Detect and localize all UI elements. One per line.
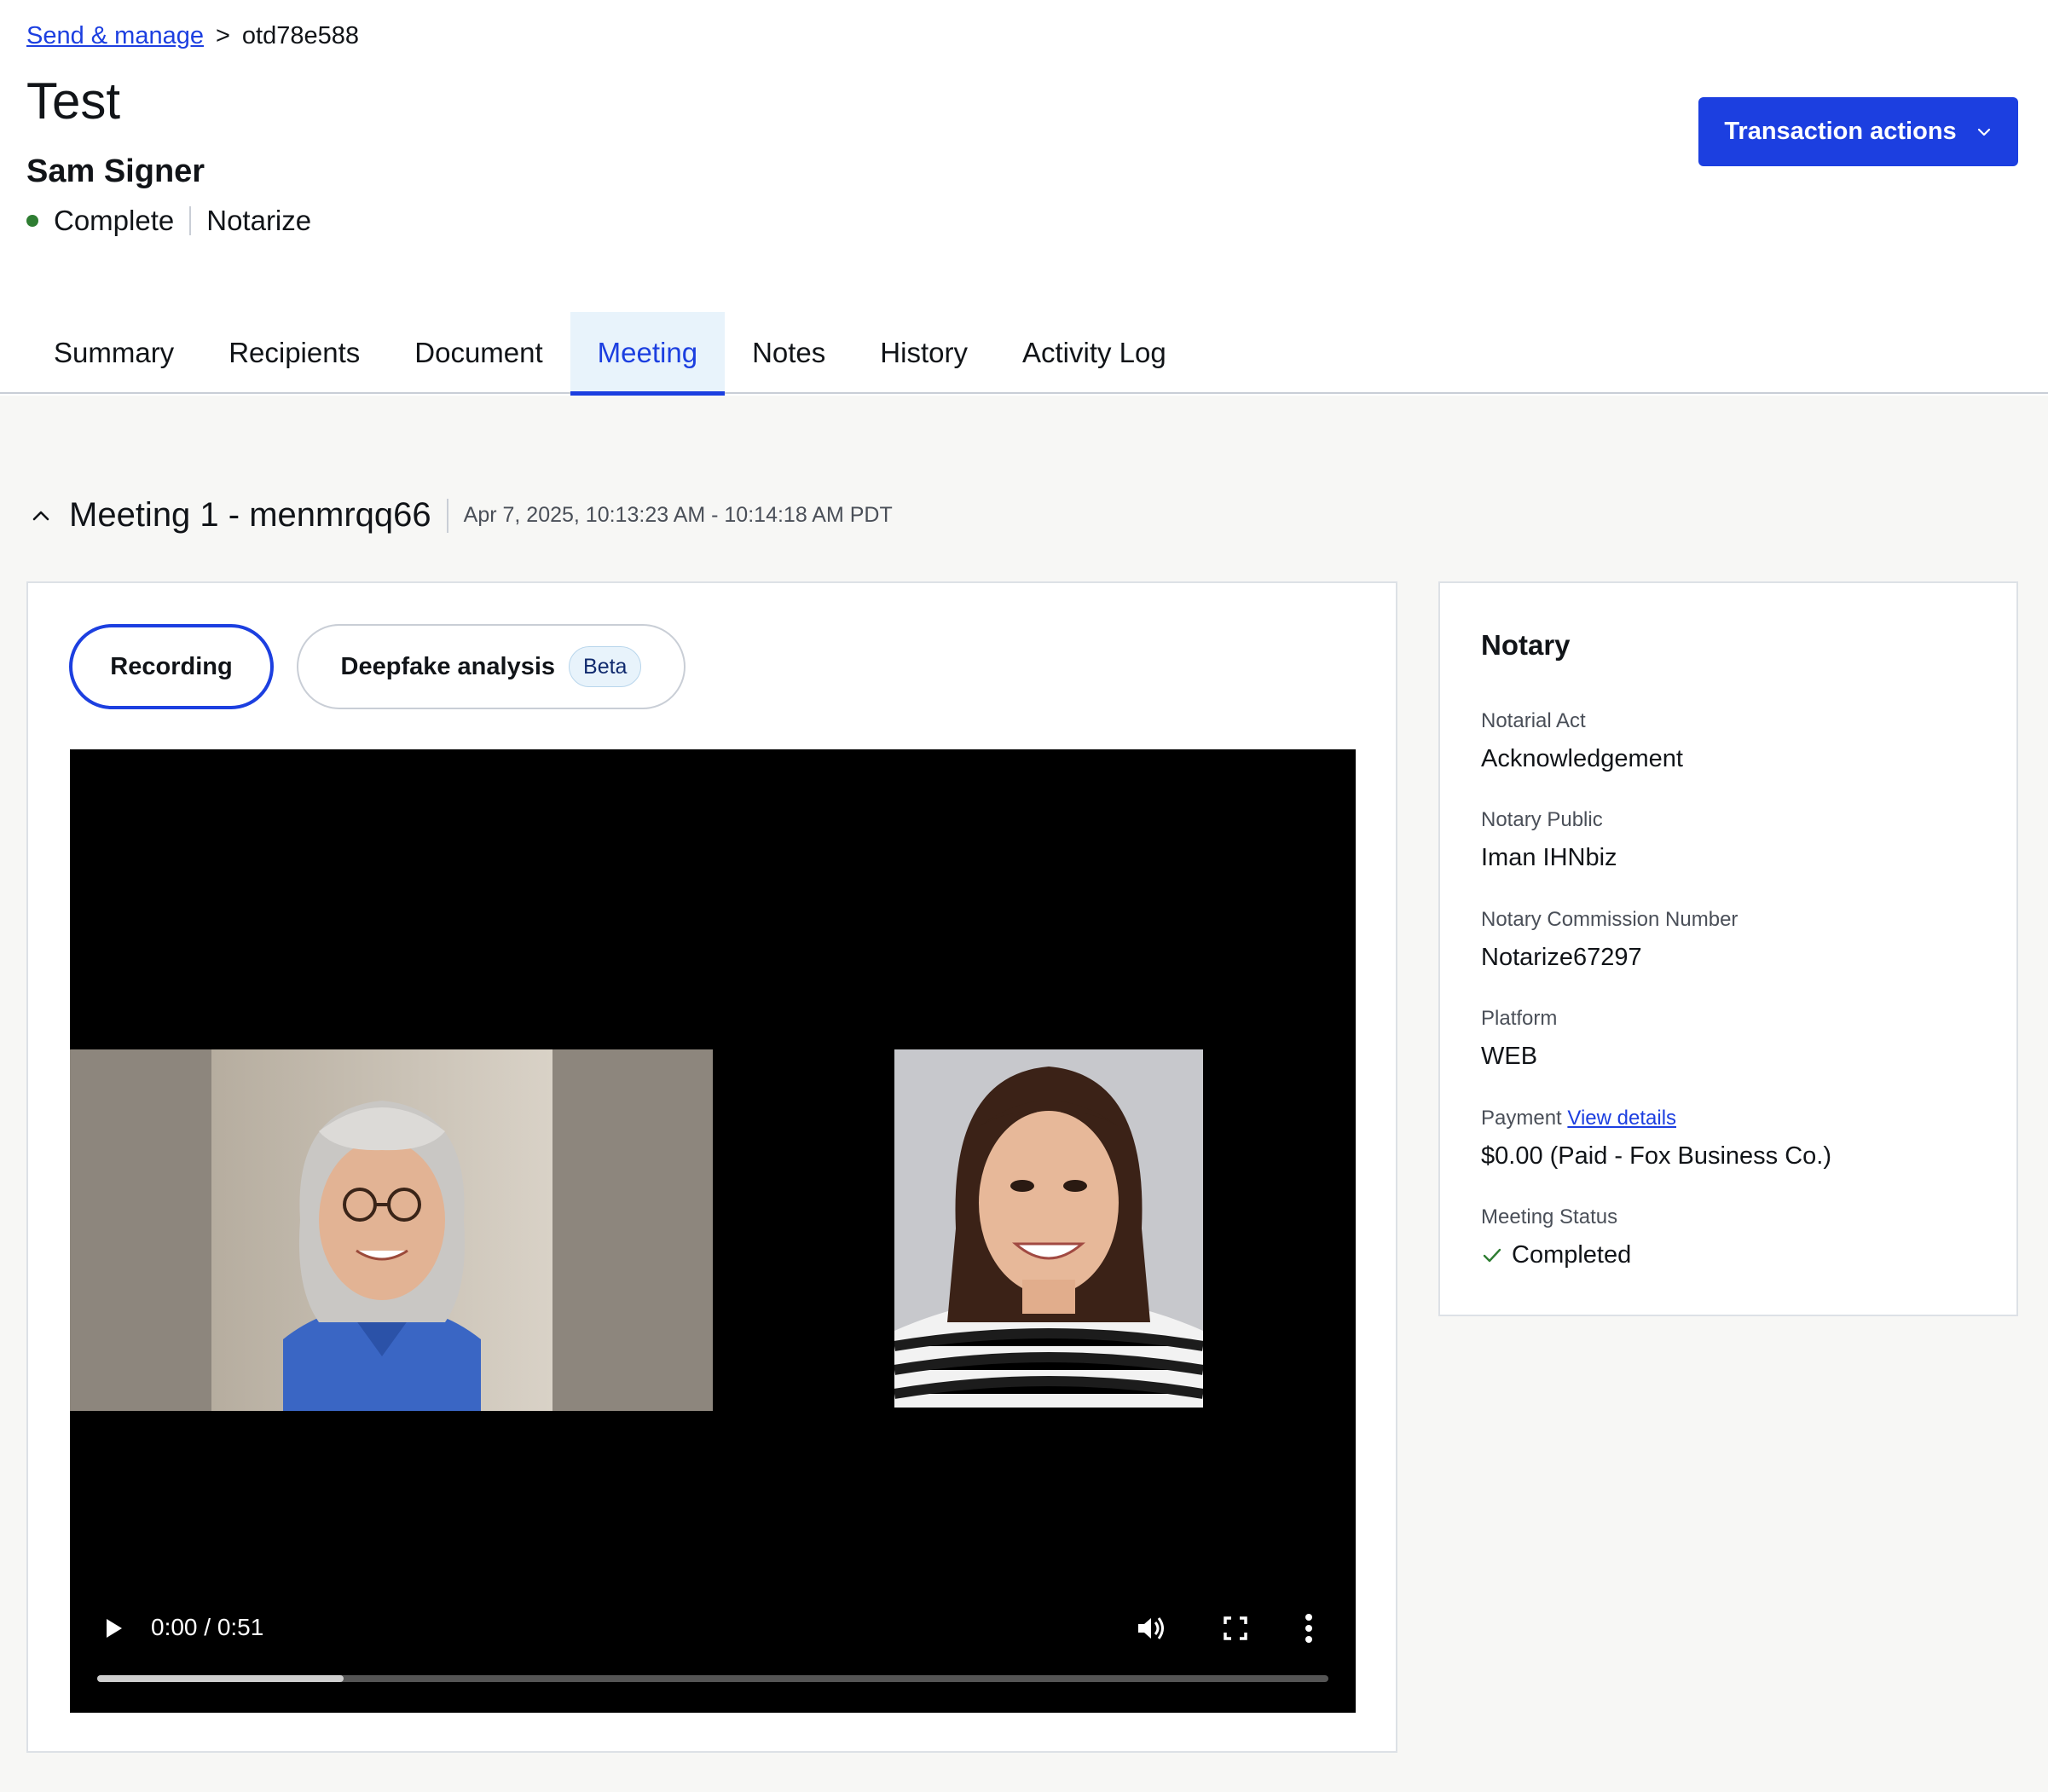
meeting-status-value: Completed — [1512, 1241, 1632, 1269]
video-progress-bar[interactable] — [97, 1675, 1328, 1682]
status-divider — [189, 206, 192, 235]
view-details-link[interactable]: View details — [1567, 1107, 1676, 1130]
fullscreen-icon[interactable] — [1223, 1616, 1248, 1641]
deepfake-analysis-toggle-button[interactable]: Deepfake analysis Beta — [297, 624, 686, 709]
transaction-type: Notarize — [206, 205, 312, 236]
tab-history[interactable]: History — [853, 312, 995, 394]
notary-details-card: Notary Notarial Act Acknowledgement Nota… — [1438, 581, 2018, 1316]
status-text: Complete — [54, 205, 175, 236]
recording-toggle-button[interactable]: Recording — [69, 624, 274, 709]
field-label: Notary Public — [1481, 808, 1603, 831]
meeting-header: Meeting 1 - menmrqq66 Apr 7, 2025, 10:13… — [26, 496, 893, 535]
field-label: Payment View details — [1481, 1107, 1831, 1130]
field-payment: Payment View details $0.00 (Paid - Fox B… — [1481, 1107, 1831, 1171]
tab-notes[interactable]: Notes — [725, 312, 853, 394]
field-value: WEB — [1481, 1043, 1538, 1070]
field-label: Notary Commission Number — [1481, 908, 1738, 931]
meeting-title[interactable]: Meeting 1 - menmrqq66 — [69, 496, 431, 535]
field-value: Notarize67297 — [1481, 944, 1642, 971]
volume-icon[interactable] — [1134, 1612, 1166, 1645]
more-options-icon[interactable] — [1303, 1612, 1315, 1645]
breadcrumb-current: otd78e588 — [241, 22, 360, 49]
page-header: Send & manage > otd78e588 Test Sam Signe… — [0, 0, 2048, 396]
tab-summary[interactable]: Summary — [26, 312, 201, 394]
meeting-panel: Meeting 1 - menmrqq66 Apr 7, 2025, 10:13… — [0, 396, 2048, 1792]
breadcrumb: Send & manage > otd78e588 — [26, 22, 359, 50]
payment-label: Payment — [1481, 1107, 1562, 1130]
status-dot-icon — [26, 215, 38, 227]
field-value: $0.00 (Paid - Fox Business Co.) — [1481, 1142, 1832, 1170]
page-title: Test — [26, 72, 121, 130]
field-notarial-act: Notarial Act Acknowledgement — [1481, 709, 1683, 773]
participant-video-notary — [70, 1049, 713, 1411]
transaction-actions-label: Transaction actions — [1724, 118, 1957, 145]
breadcrumb-separator: > — [215, 22, 230, 49]
tab-bar: Summary Recipients Document Meeting Note… — [26, 312, 1194, 396]
participant-video-signer — [894, 1049, 1203, 1408]
notary-card-title: Notary — [1481, 629, 1571, 661]
deepfake-analysis-label: Deepfake analysis — [340, 652, 556, 680]
tab-activity-log[interactable]: Activity Log — [995, 312, 1194, 394]
status-row: Complete Notarize — [26, 205, 311, 237]
video-controls: 0:00 / 0:51 — [70, 1585, 1356, 1713]
field-platform: Platform WEB — [1481, 1007, 1557, 1071]
field-notary-public: Notary Public Iman IHNbiz — [1481, 808, 1617, 872]
chevron-up-icon[interactable] — [26, 501, 55, 530]
field-label: Notarial Act — [1481, 709, 1586, 732]
check-icon — [1483, 1248, 1501, 1262]
beta-badge: Beta — [569, 646, 642, 687]
field-value: Iman IHNbiz — [1481, 844, 1617, 871]
field-value-row: Completed — [1481, 1241, 1631, 1269]
signer-name: Sam Signer — [26, 153, 205, 189]
field-commission-number: Notary Commission Number Notarize67297 — [1481, 908, 1738, 972]
video-time-display: 0:00 / 0:51 — [151, 1614, 264, 1640]
tab-document[interactable]: Document — [387, 312, 570, 394]
recording-card: Recording Deepfake analysis Beta 0:00 / … — [26, 581, 1397, 1753]
breadcrumb-send-manage-link[interactable]: Send & manage — [26, 22, 204, 50]
field-label: Platform — [1481, 1007, 1558, 1030]
chevron-down-icon — [1977, 128, 1990, 136]
meeting-time-range: Apr 7, 2025, 10:13:23 AM - 10:14:18 AM P… — [463, 503, 893, 527]
transaction-actions-button[interactable]: Transaction actions — [1698, 97, 2018, 166]
recording-toggle-label: Recording — [110, 652, 233, 680]
tab-recipients[interactable]: Recipients — [201, 312, 387, 394]
meeting-divider — [446, 498, 448, 533]
field-value: Acknowledgement — [1481, 745, 1683, 772]
video-progress-fill — [97, 1675, 344, 1682]
field-meeting-status: Meeting Status Completed — [1481, 1205, 1631, 1269]
field-label: Meeting Status — [1481, 1205, 1618, 1228]
meeting-video-player[interactable]: 0:00 / 0:51 — [70, 749, 1356, 1713]
tab-meeting[interactable]: Meeting — [570, 312, 726, 396]
play-icon[interactable] — [101, 1616, 126, 1641]
